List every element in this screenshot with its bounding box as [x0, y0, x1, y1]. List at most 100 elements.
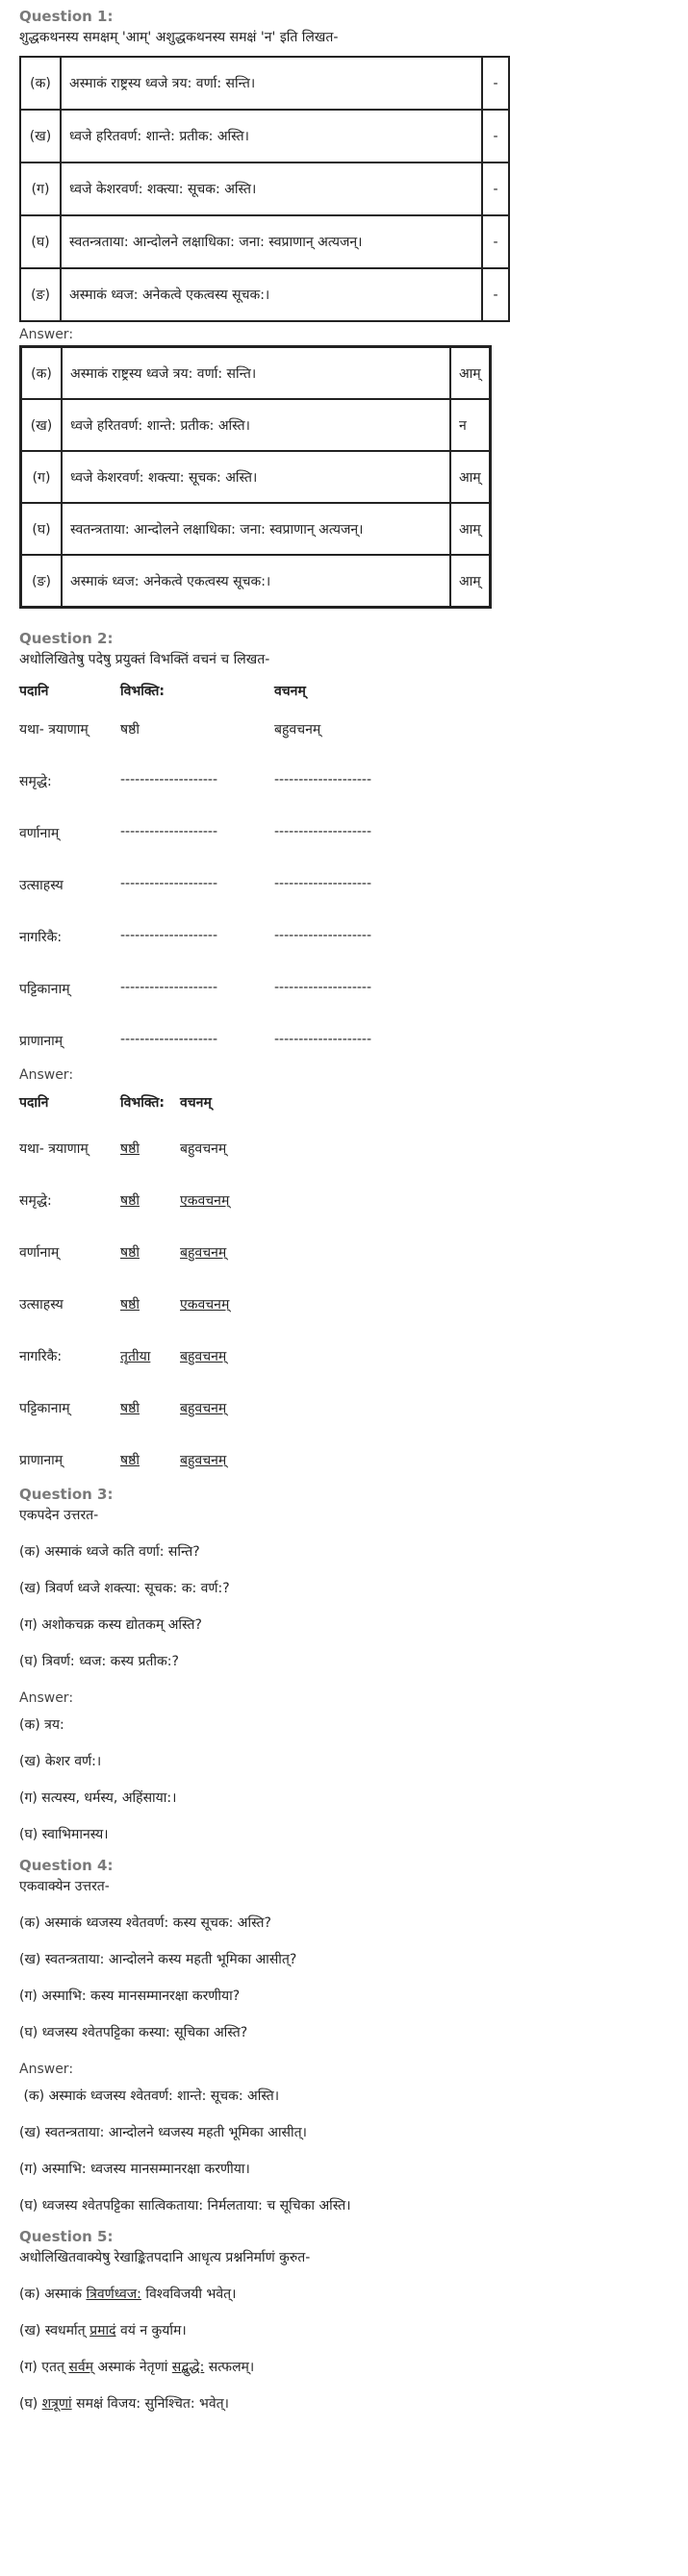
answer-mark: आम्: [450, 503, 490, 555]
statement: ध्वजे केशरवर्ण: शक्त्या: सूचक: अस्ति।: [62, 451, 450, 503]
table-row: (क) अस्माकं राष्ट्रस्य ध्वजे त्रय: वर्णा…: [21, 347, 490, 399]
row-label: (ख): [21, 399, 62, 451]
question-item: (ख) स्वधर्मात् प्रमादं वयं न कुर्याम।: [19, 2320, 669, 2341]
word: नागरिकै:: [19, 930, 63, 945]
item-text: समक्षं विजय: सुनिश्चित: भवेत्।: [71, 2396, 229, 2412]
question-3: Question 3: एकपदेन उत्तरत- (क) अस्माकं ध…: [19, 1484, 669, 1845]
question-instruction: अधोलिखितवाक्येषु रेखाङ्कितपदानि आधृत्य प…: [19, 2250, 311, 2265]
table-row: (घ) स्वतन्त्रताया: आन्दोलने लक्षाधिका: ज…: [21, 503, 490, 555]
word: नागरिकै:: [19, 1349, 63, 1364]
vachan: बहुवचनम्: [180, 1245, 227, 1261]
answer-blank: -: [481, 56, 510, 111]
vachan: बहुवचनम्: [274, 722, 321, 738]
word: समृद्धे:: [19, 774, 52, 789]
answer-item: (घ) ध्वजस्य श्वेतपट्टिका सात्विकताया: नि…: [19, 2198, 351, 2213]
table-row: (ङ) अस्माकं ध्वज: अनेकत्वे एकत्वस्य सूचक…: [19, 267, 510, 322]
question-1: Question 1: शुद्धकथनस्य समक्षम् 'आम्' अश…: [19, 0, 669, 609]
question-instruction: अधोलिखितेषु पदेषु प्रयुक्तं विभक्तिं वचन…: [19, 652, 270, 667]
row-label: (क): [19, 56, 62, 111]
row-label: (ङ): [19, 267, 62, 322]
answer-label: Answer:: [19, 1690, 74, 1706]
vibhakti: षष्ठी: [120, 1141, 140, 1157]
vachan: --------------------: [274, 876, 372, 891]
list-item: नागरिकै: तृतीया बहुवचनम्: [19, 1347, 669, 1399]
row-label: (ग): [19, 162, 62, 216]
vibhakti: --------------------: [120, 980, 218, 995]
table-row: (ग) ध्वजे केशरवर्ण: शक्त्या: सूचक: अस्ति…: [21, 451, 490, 503]
question-instruction: एकपदेन उत्तरत-: [19, 1508, 99, 1523]
vachan: बहुवचनम्: [180, 1141, 227, 1157]
question-item: (ग) अस्माभि: कस्य मानसम्मानरक्षा करणीया?: [19, 1988, 241, 2004]
vibhakti: षष्ठी: [120, 1245, 140, 1261]
item-text: वयं न कुर्याम।: [115, 2323, 187, 2338]
question-item: (घ) त्रिवर्ण: ध्वज: कस्य प्रतीक:?: [19, 1654, 179, 1669]
answer-blank: -: [481, 214, 510, 269]
vachan: बहुवचनम्: [180, 1349, 227, 1364]
item-text: विश्वविजयी भवेत्।: [140, 2287, 237, 2302]
list-item: वर्णानाम् -------------------- ---------…: [19, 824, 669, 876]
item-text: (घ): [19, 2396, 42, 2412]
statement: अस्माकं ध्वज: अनेकत्वे एकत्वस्य सूचक:।: [60, 267, 483, 322]
vachan: --------------------: [274, 824, 372, 839]
word: पट्टिकानाम्: [19, 1401, 70, 1416]
underlined-word: प्रमादं: [89, 2323, 116, 2338]
row-label: (ख): [19, 109, 62, 163]
row-label: (घ): [21, 503, 62, 555]
underlined-word: सर्वम्: [68, 2360, 94, 2375]
answer-item: (क) त्रय:: [19, 1717, 64, 1733]
answer-mark: आम्: [450, 555, 490, 607]
answer-item: (क) अस्माकं ध्वजस्य श्वेतवर्ण: शान्ते: स…: [19, 2088, 280, 2104]
item-text: अस्माकं नेतृणां: [93, 2360, 172, 2375]
vibhakti: षष्ठी: [120, 1401, 140, 1416]
table-header: पदानि विभक्ति: वचनम्: [19, 1093, 669, 1139]
list-item: उत्साहस्य -------------------- ---------…: [19, 876, 669, 928]
table-row: (ख) ध्वजे हरितवर्ण: शान्ते: प्रतीक: अस्त…: [21, 399, 490, 451]
vachan: बहुवचनम्: [180, 1401, 227, 1416]
list-item: प्राणानाम् -------------------- --------…: [19, 1032, 669, 1064]
list-item: पट्टिकानाम् षष्ठी बहुवचनम्: [19, 1399, 669, 1451]
column-header-vachan: वचनम्: [274, 684, 306, 699]
answer-label: Answer:: [19, 1067, 74, 1083]
question-instruction: एकवाक्येन उत्तरत-: [19, 1879, 110, 1894]
word: यथा- त्रयाणाम्: [19, 1141, 89, 1157]
row-label: (घ): [19, 214, 62, 269]
question-item: (ग) अशोकचक्र कस्य द्योतकम् अस्ति?: [19, 1617, 202, 1633]
vibhakti: --------------------: [120, 772, 218, 788]
vibhakti: --------------------: [120, 824, 218, 839]
list-item: उत्साहस्य षष्ठी एकवचनम्: [19, 1295, 669, 1347]
statement: ध्वजे केशरवर्ण: शक्त्या: सूचक: अस्ति।: [60, 162, 483, 216]
answer-item: (घ) स्वाभिमानस्य।: [19, 1827, 109, 1842]
column-header-vibhakti: विभक्ति:: [120, 684, 165, 699]
row-label: (ग): [21, 451, 62, 503]
question-4: Question 4: एकवाक्येन उत्तरत- (क) अस्माक…: [19, 1855, 669, 2216]
table-header: पदानि विभक्ति: वचनम्: [19, 682, 669, 720]
question-item: (ग) एतत् सर्वम् अस्माकं नेतृणां सद्बुद्ध…: [19, 2357, 669, 2378]
column-header-vachan: वचनम्: [180, 1095, 212, 1111]
answer-table: (क) अस्माकं राष्ट्रस्य ध्वजे त्रय: वर्णा…: [19, 345, 492, 609]
word: प्राणानाम्: [19, 1034, 64, 1049]
vibhakti: --------------------: [120, 876, 218, 891]
word: पट्टिकानाम्: [19, 982, 70, 997]
list-item: यथा- त्रयाणाम् षष्ठी बहुवचनम्: [19, 720, 669, 772]
table-row: (क) अस्माकं राष्ट्रस्य ध्वजे त्रय: वर्णा…: [19, 56, 510, 111]
answer-label: Answer:: [19, 327, 74, 342]
statement: स्वतन्त्रताया: आन्दोलने लक्षाधिका: जना: …: [62, 503, 450, 555]
word: वर्णानाम्: [19, 826, 60, 841]
question-item: (ख) स्वतन्त्रताया: आन्दोलने कस्य महती भू…: [19, 1952, 297, 1967]
vachan: --------------------: [274, 928, 372, 943]
vibhakti: षष्ठी: [120, 1453, 140, 1468]
item-text: (क) अस्माकं: [19, 2287, 87, 2302]
answer-blank: -: [481, 109, 510, 163]
question-heading: Question 3:: [19, 1486, 114, 1503]
vachan: --------------------: [274, 980, 372, 995]
vibhakti: --------------------: [120, 1032, 218, 1047]
question-item: (क) अस्माकं ध्वजे कति वर्णा: सन्ति?: [19, 1544, 200, 1560]
question-5: Question 5: अधोलिखितवाक्येषु रेखाङ्कितपद…: [19, 2226, 669, 2414]
word: यथा- त्रयाणाम्: [19, 722, 89, 738]
vachan: --------------------: [274, 772, 372, 788]
statement: ध्वजे हरितवर्ण: शान्ते: प्रतीक: अस्ति।: [60, 109, 483, 163]
column-header-words: पदानि: [19, 1095, 49, 1111]
table-row: (ग) ध्वजे केशरवर्ण: शक्त्या: सूचक: अस्ति…: [19, 162, 510, 216]
question-item: (क) अस्माकं ध्वजस्य श्वेतवर्ण: कस्य सूचक…: [19, 1915, 271, 1931]
underlined-word: त्रिवर्णध्वज:: [86, 2287, 141, 2302]
